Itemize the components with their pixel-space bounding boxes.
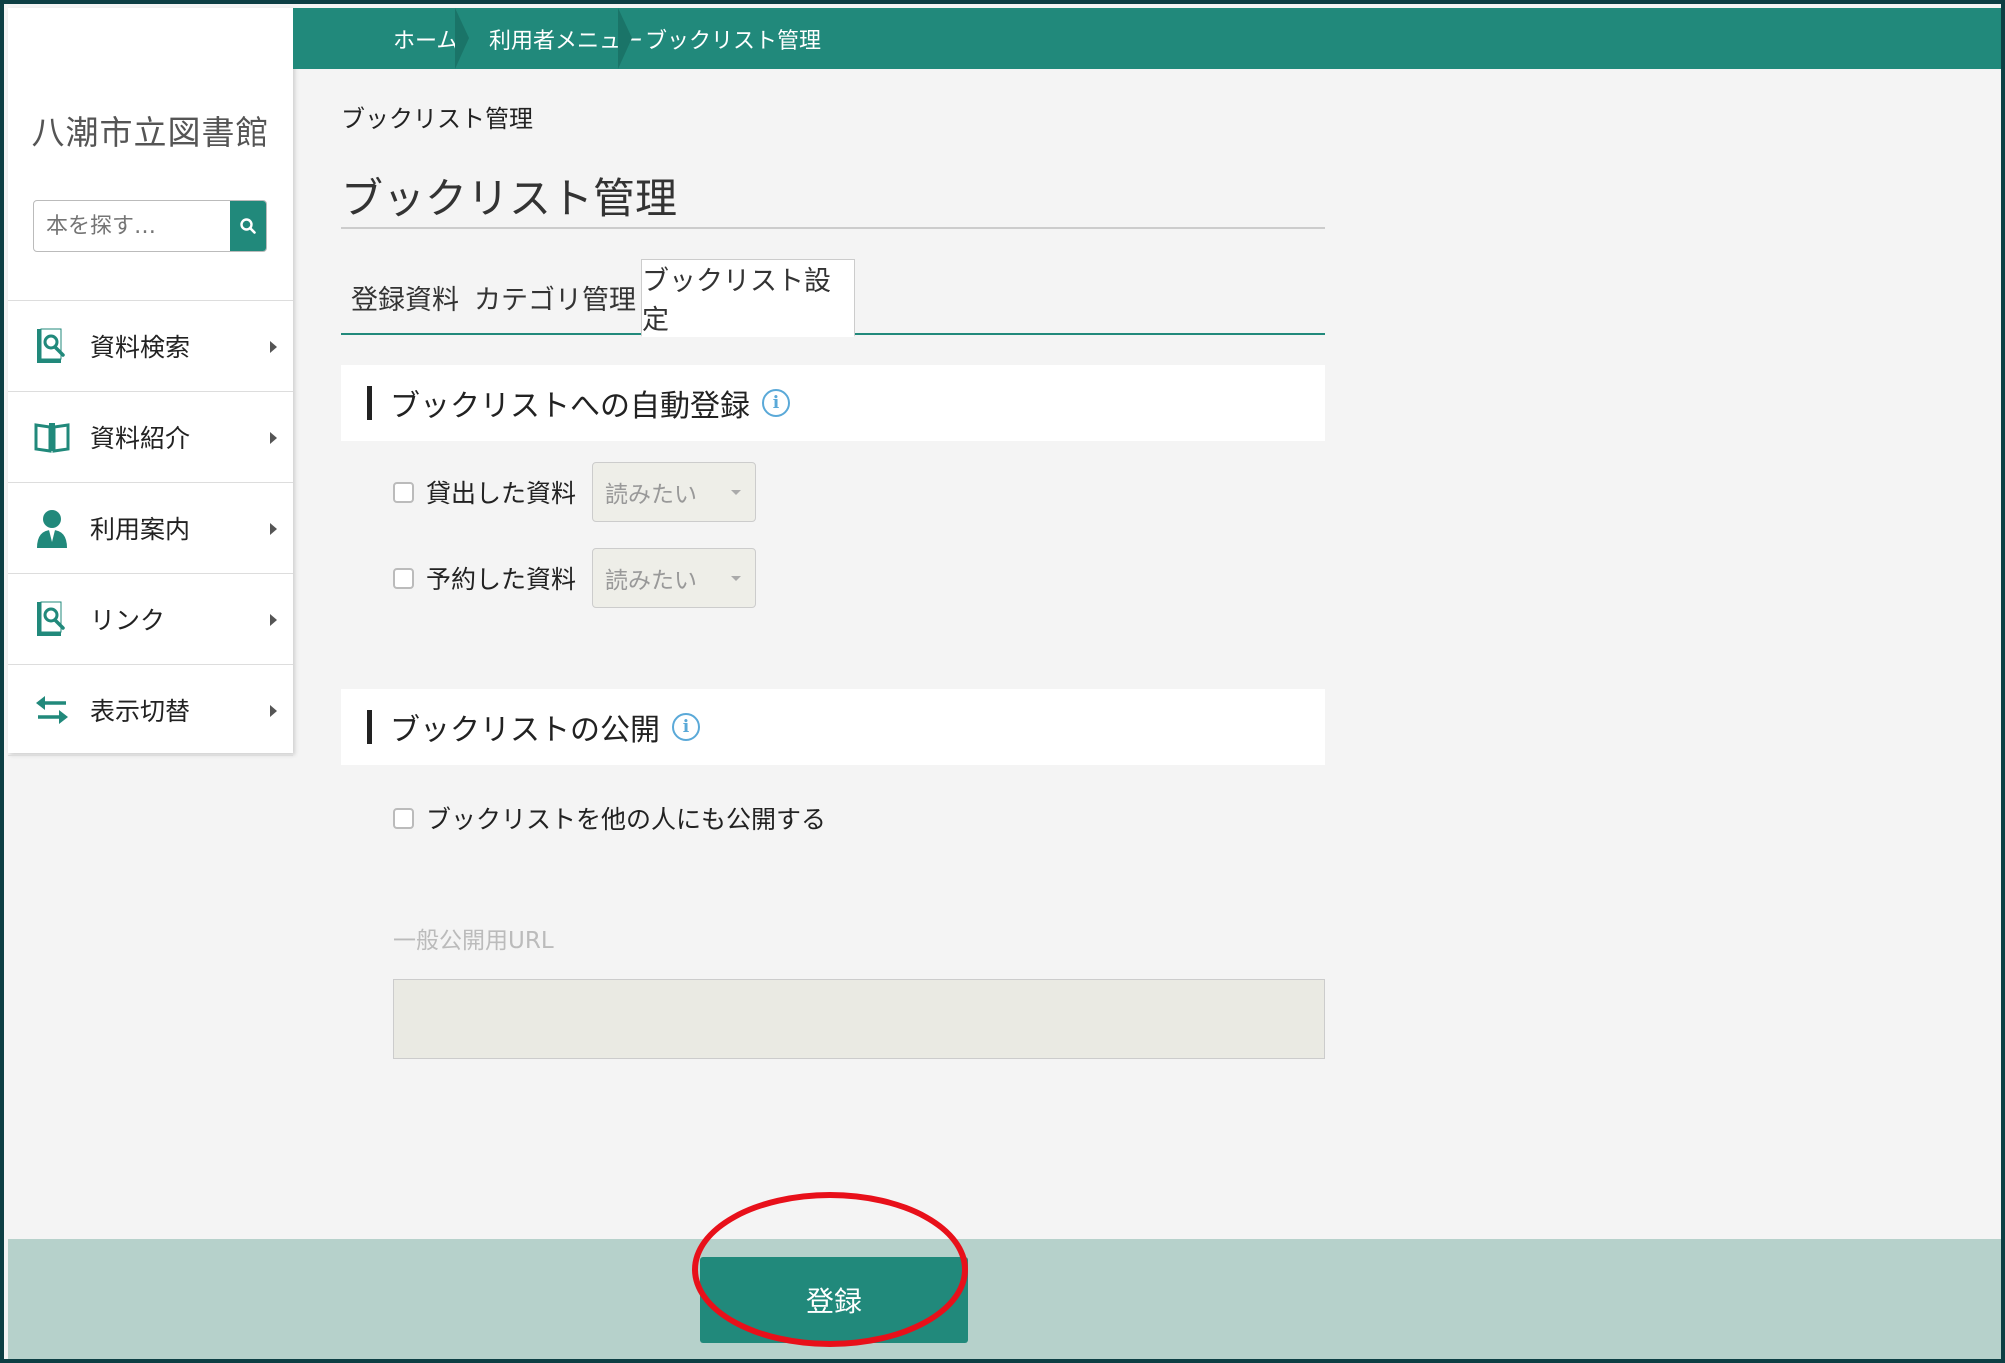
search-box — [33, 200, 267, 252]
section-marker — [367, 710, 372, 744]
sidebar-item-label: 資料検索 — [90, 333, 191, 362]
info-icon[interactable]: i — [672, 713, 700, 741]
select-value: 読みたい — [605, 568, 698, 594]
book-search-icon — [32, 599, 72, 639]
info-icon[interactable]: i — [762, 389, 790, 417]
search-button[interactable] — [230, 201, 266, 251]
sidebar-item-links[interactable]: リンク — [8, 574, 293, 665]
public-url-field[interactable] — [393, 979, 1325, 1059]
publish-label: ブックリストを他の人にも公開する — [426, 805, 827, 834]
sidebar-item-label: 利用案内 — [90, 515, 191, 544]
tab-bar: 登録資料 カテゴリ管理 ブックリスト設定 — [341, 259, 1325, 337]
app-frame: 八潮市立図書館 資料検索 — [0, 0, 2005, 1363]
lending-checkbox[interactable] — [393, 481, 414, 503]
library-name: 八潮市立図書館 — [31, 113, 270, 152]
section-marker — [367, 386, 372, 420]
tab-category-management[interactable]: カテゴリ管理 — [469, 259, 641, 335]
publish-checkbox[interactable] — [393, 807, 414, 829]
chevron-right-icon — [270, 523, 277, 535]
sidebar: 八潮市立図書館 資料検索 — [8, 8, 293, 756]
tab-registered-items[interactable]: 登録資料 — [341, 259, 469, 335]
book-search-icon — [32, 326, 72, 366]
search-icon — [240, 218, 256, 234]
sidebar-item-label: 資料紹介 — [90, 424, 191, 453]
chevron-right-icon — [270, 614, 277, 626]
reservation-list-select[interactable]: 読みたい — [592, 548, 757, 608]
sidebar-item-guide[interactable]: 利用案内 — [8, 483, 293, 574]
sidebar-item-search[interactable]: 資料検索 — [8, 301, 293, 392]
sidebar-item-label: 表示切替 — [90, 697, 191, 726]
public-url-label: 一般公開用URL — [393, 928, 554, 954]
section-auto-register: ブックリストへの自動登録 i — [341, 365, 1325, 441]
caret-down-icon — [731, 576, 742, 581]
auto-register-reservation-row: 予約した資料 読みたい — [393, 548, 757, 608]
breadcrumb: ホーム 利用者メニュー ブックリスト管理 — [293, 8, 2001, 69]
sidebar-nav: 資料検索 資料紹介 利用案内 リンク 表示切替 — [8, 300, 293, 756]
reservation-checkbox[interactable] — [393, 567, 414, 589]
chevron-right-icon — [270, 705, 277, 717]
footer-bar: 登録 — [8, 1239, 2001, 1359]
publish-row: ブックリストを他の人にも公開する — [393, 800, 826, 836]
select-value: 読みたい — [605, 482, 698, 508]
lending-list-select[interactable]: 読みたい — [592, 462, 757, 522]
title-divider — [341, 227, 1325, 229]
person-icon — [32, 508, 72, 548]
highlight-ellipse — [692, 1192, 968, 1347]
sidebar-item-display-switch[interactable]: 表示切替 — [8, 665, 293, 756]
section-publish: ブックリストの公開 i — [341, 689, 1325, 765]
breadcrumb-home[interactable]: ホーム — [393, 8, 458, 69]
sidebar-item-introduction[interactable]: 資料紹介 — [8, 392, 293, 483]
breadcrumb-separator — [618, 8, 632, 69]
tab-booklist-settings[interactable]: ブックリスト設定 — [641, 259, 855, 337]
lending-label: 貸出した資料 — [426, 479, 577, 508]
section-title: ブックリストの公開 — [390, 713, 660, 748]
section-title: ブックリストへの自動登録 — [390, 389, 750, 424]
swap-arrows-icon — [32, 690, 72, 730]
chevron-right-icon — [270, 432, 277, 444]
auto-register-lending-row: 貸出した資料 読みたい — [393, 462, 757, 522]
search-input[interactable] — [34, 201, 230, 251]
caret-down-icon — [731, 490, 742, 495]
breadcrumb-current: ブックリスト管理 — [645, 28, 822, 54]
main-content: ブックリスト管理 ブックリスト管理 登録資料 カテゴリ管理 ブックリスト設定 ブ… — [293, 69, 2001, 1239]
open-book-icon — [32, 417, 72, 457]
chevron-right-icon — [270, 341, 277, 353]
breadcrumb-separator — [455, 8, 469, 69]
page-title: ブックリスト管理 — [341, 174, 678, 223]
reservation-label: 予約した資料 — [426, 565, 577, 594]
page-subtitle: ブックリスト管理 — [341, 105, 533, 133]
sidebar-item-label: リンク — [90, 606, 166, 635]
